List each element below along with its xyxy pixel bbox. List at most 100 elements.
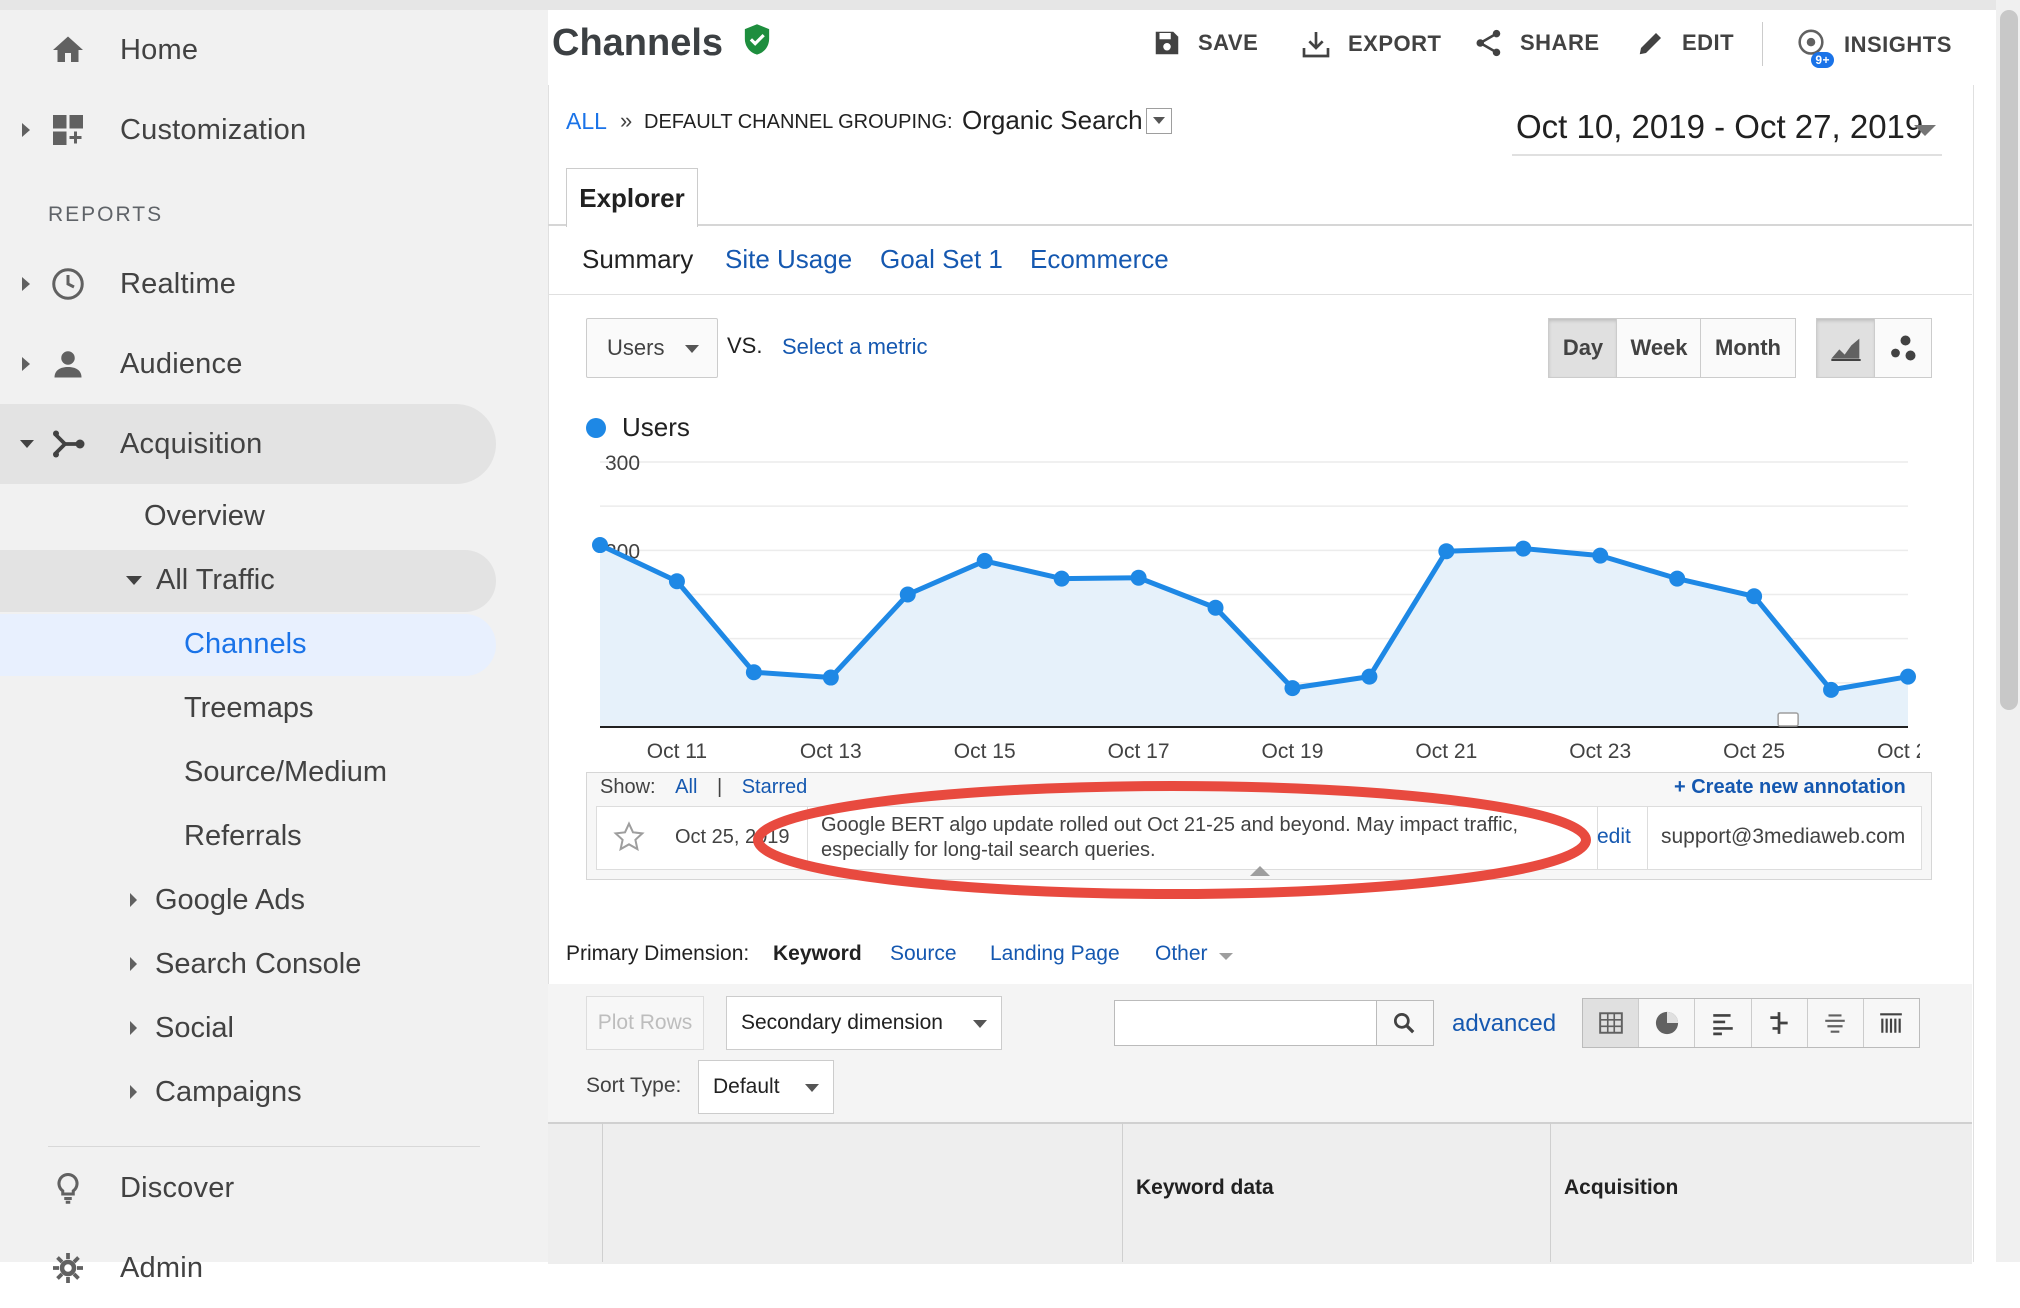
nav-discover-label: Discover [120,1171,235,1204]
nav-audience[interactable]: Audience [0,324,500,404]
line-chart-toggle[interactable] [1816,318,1876,378]
nav-google-ads-label: Google Ads [155,883,305,916]
scrollbar-thumb[interactable] [2000,10,2018,710]
metric-dropdown-value: Users [607,335,665,360]
grouping-dropdown-button[interactable] [1146,108,1172,134]
metric-dropdown[interactable]: Users [586,318,718,378]
nav-acquisition[interactable]: Acquisition [0,404,500,484]
nav-customization[interactable]: Customization [0,90,500,170]
share-button[interactable]: SHARE [1474,28,1600,58]
insights-icon: 9+ [1794,28,1834,68]
nav-channels[interactable]: Channels [184,614,307,674]
nav-source-medium[interactable]: Source/Medium [184,742,387,802]
nav-campaigns[interactable]: Campaigns [130,1062,302,1122]
nav-social-label: Social [155,1011,234,1044]
nav-google-ads[interactable]: Google Ads [130,870,305,930]
nav-realtime[interactable]: Realtime [0,244,500,324]
collapse-caret-icon [126,575,142,585]
period-week-button[interactable]: Week [1616,318,1702,378]
toolbar-divider [1762,22,1763,66]
table-col-divider [1550,1122,1551,1262]
period-day-button[interactable]: Day [1548,318,1618,378]
users-data-point [1900,668,1916,685]
subtab-ecommerce[interactable]: Ecommerce [1030,244,1169,275]
users-data-point [976,552,993,569]
dimension-keyword[interactable]: Keyword [773,942,862,966]
x-tick-label: Oct 21 [1415,740,1477,763]
breadcrumb-all-link[interactable]: ALL [566,108,607,135]
export-button[interactable]: EXPORT [1300,28,1441,60]
period-month-button[interactable]: Month [1700,318,1796,378]
view-percentage-button[interactable] [1639,999,1696,1047]
secondary-dimension-dropdown[interactable]: Secondary dimension [726,996,1002,1050]
users-data-point [1592,547,1609,564]
filter-divider: | [716,776,723,798]
view-term-cloud-button[interactable] [1808,999,1864,1047]
nav-search-console[interactable]: Search Console [130,934,361,994]
nav-treemaps[interactable]: Treemaps [184,678,313,738]
users-data-point [1284,680,1301,697]
table-col-divider [602,1122,603,1262]
nav-discover[interactable]: Discover [0,1148,500,1228]
users-data-point [1515,540,1532,557]
expand-caret-icon [130,1021,137,1035]
bar-list-icon [1713,1014,1733,1036]
users-legend-dot [586,418,606,438]
subtab-goal-set-1[interactable]: Goal Set 1 [880,244,1003,275]
annotation-edit-link[interactable]: edit [1597,825,1631,849]
nav-overview[interactable]: Overview [144,486,265,546]
x-tick-label: Oct 17 [1108,740,1170,763]
nav-all-traffic-label: All Traffic [156,563,275,596]
expand-caret-icon [22,123,30,137]
view-data-table-button[interactable] [1583,999,1640,1047]
select-metric-link[interactable]: Select a metric [782,334,928,360]
nav-realtime-label: Realtime [120,267,237,300]
insights-label: INSIGHTS [1844,32,1952,57]
subtab-site-usage[interactable]: Site Usage [725,244,852,275]
show-label: Show: [600,776,656,798]
dimension-landing-page[interactable]: Landing Page [990,942,1120,966]
vs-label: VS. [727,333,763,358]
sort-type-dropdown[interactable]: Default [698,1060,834,1114]
subtab-summary[interactable]: Summary [582,244,693,275]
collapse-caret-icon [20,440,34,448]
tab-explorer[interactable]: Explorer [566,168,698,227]
annotation-filter-all[interactable]: All [675,776,697,798]
chevron-down-icon[interactable] [1914,125,1936,136]
motion-chart-toggle[interactable] [1874,318,1932,378]
table-search-input[interactable] [1114,1000,1378,1046]
table-col-divider [1122,1122,1123,1262]
create-annotation-link[interactable]: + Create new annotation [1674,776,1906,799]
advanced-filter-link[interactable]: advanced [1452,1010,1556,1038]
dimension-other[interactable]: Other [1155,942,1234,966]
secondary-dimension-label: Secondary dimension [741,1011,943,1034]
view-pivot-button[interactable] [1864,999,1919,1047]
nav-referrals[interactable]: Referrals [184,806,302,866]
share-icon [1476,29,1501,57]
date-range-picker[interactable]: Oct 10, 2019 - Oct 27, 2019 [1516,108,1923,146]
users-data-point [1746,588,1763,605]
insights-button[interactable]: 9+ INSIGHTS [1794,28,1952,68]
nav-home[interactable]: Home [0,10,500,90]
subtabs-divider [548,294,1972,295]
page-title-text: Channels [552,22,724,64]
users-data-point [1130,569,1147,586]
table-header-acquisition[interactable]: Acquisition [1564,1176,1678,1200]
view-comparison-button[interactable] [1752,999,1808,1047]
breadcrumb-grouping-value: Organic Search [962,105,1143,135]
nav-customization-label: Customization [120,113,307,146]
star-icon[interactable] [613,821,645,853]
nav-all-traffic[interactable]: All Traffic [126,550,275,610]
plot-rows-button[interactable]: Plot Rows [586,996,704,1050]
sidebar-divider [48,1146,480,1147]
save-button[interactable]: SAVE [1152,28,1258,58]
nav-social[interactable]: Social [130,998,234,1058]
nav-admin[interactable]: Admin [0,1228,500,1308]
x-tick-label: Oct 13 [800,740,862,763]
table-view-switcher [1582,998,1920,1048]
dimension-source[interactable]: Source [890,942,957,966]
table-search-button[interactable] [1376,1000,1434,1046]
view-performance-button[interactable] [1695,999,1752,1047]
x-tick-label: Oct 23 [1569,740,1631,763]
edit-button[interactable]: EDIT [1636,28,1734,58]
